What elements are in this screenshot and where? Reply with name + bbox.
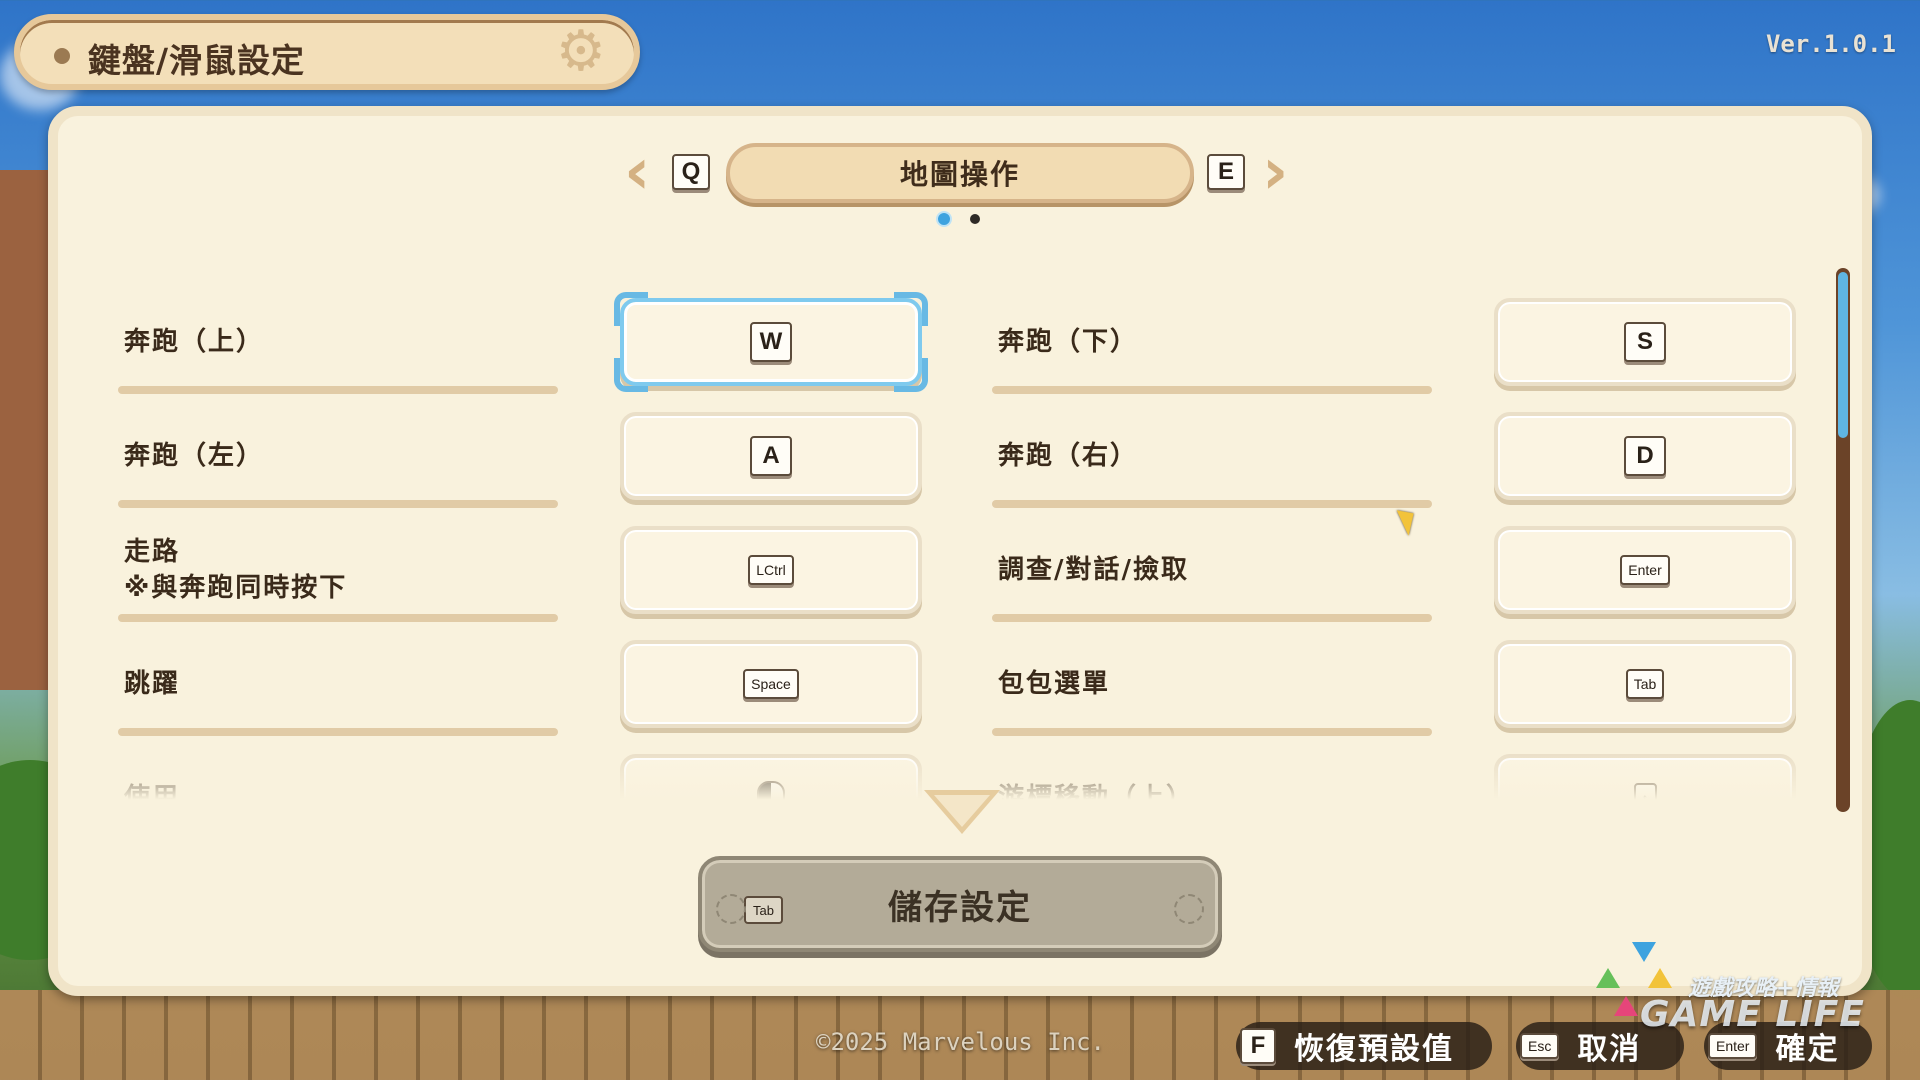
selection-corner — [894, 358, 928, 392]
copyright-text: ©2025 Marvelous Inc. — [816, 1028, 1105, 1056]
ornament-icon — [1174, 894, 1204, 924]
binding-label-use: 使用 — [124, 783, 181, 807]
binding-button-run-up[interactable]: W — [614, 292, 928, 392]
row-divider — [992, 728, 1432, 736]
binding-label-run-up: 奔跑（上） — [124, 327, 265, 357]
key-cap: ↑ — [1633, 783, 1657, 807]
selection-corner — [614, 292, 648, 326]
reset-defaults-button[interactable]: F 恢復預設值 — [1236, 1022, 1492, 1070]
row-divider — [118, 386, 558, 394]
binding-button-cursor-up[interactable]: ↑ — [1494, 754, 1796, 807]
save-settings-button[interactable]: Tab 儲存設定 — [698, 856, 1222, 952]
key-cap: S — [1624, 322, 1666, 362]
logo-triangle-icon — [1632, 942, 1656, 962]
row-divider — [118, 614, 558, 622]
selection-corner — [894, 292, 928, 326]
binding-button-walk[interactable]: LCtrl — [620, 526, 922, 614]
mouse-left-icon — [757, 781, 785, 807]
selection-corner — [614, 358, 648, 392]
binding-label-jump: 跳躍 — [124, 669, 181, 699]
row-divider — [992, 386, 1432, 394]
ornament-icon — [716, 894, 746, 924]
binding-button-run-down[interactable]: S — [1494, 298, 1796, 386]
chevron-right-icon[interactable]: › — [1262, 140, 1288, 204]
logo-triangle-icon — [1614, 996, 1638, 1016]
binding-button-interact[interactable]: Enter — [1494, 526, 1796, 614]
watermark-title: GAME LIFE — [1640, 994, 1865, 1035]
logo-triangle-icon — [1648, 968, 1672, 988]
binding-label-bag-menu: 包包選單 — [998, 669, 1111, 699]
row-divider — [118, 500, 558, 508]
keybinding-list: 奔跑（上） W 奔跑（下） S 奔跑（左） A 奔跑（右） D 走路 ※與奔跑同… — [90, 262, 1820, 807]
row-divider — [992, 500, 1432, 508]
key-cap: Esc — [1520, 1033, 1560, 1059]
version-label: Ver.1.0.1 — [1765, 30, 1896, 58]
binding-label-cursor-up: 游標移動（上） — [998, 783, 1195, 807]
key-cap: A — [750, 436, 792, 476]
binding-button-use[interactable] — [620, 754, 922, 807]
watermark-logo: 遊戲攻略+情報 GAME LIFE — [1584, 938, 1914, 1038]
save-settings-label: 儲存設定 — [888, 887, 1032, 928]
next-category-key[interactable]: E — [1207, 154, 1245, 190]
chevron-left-icon[interactable]: ‹ — [624, 140, 650, 204]
page-indicator — [970, 214, 980, 224]
reset-defaults-label: 恢復預設值 — [1294, 1032, 1454, 1067]
scrollbar-thumb[interactable] — [1838, 272, 1848, 438]
binding-label-interact: 調查/對話/撿取 — [998, 555, 1189, 585]
scroll-down-arrow-inner — [934, 795, 990, 827]
binding-label-run-left: 奔跑（左） — [124, 441, 265, 471]
logo-triangle-icon — [1596, 968, 1620, 988]
binding-label-walk: 走路 — [124, 537, 181, 567]
key-cap: D — [1624, 436, 1666, 476]
key-cap: F — [1240, 1028, 1276, 1064]
binding-button-run-right[interactable]: D — [1494, 412, 1796, 500]
key-cap: W — [750, 322, 792, 362]
row-divider — [118, 728, 558, 736]
row-divider — [992, 614, 1432, 622]
screen-title-plate: 鍵盤/滑鼠設定 ⚙ — [14, 14, 640, 90]
key-cap: Tab — [1625, 669, 1665, 699]
page-indicator-active — [936, 211, 952, 227]
gear-icon: ⚙ — [555, 19, 606, 84]
category-title: 地圖操作 — [726, 143, 1194, 203]
save-key-hint: Tab — [744, 896, 783, 924]
binding-label-run-right: 奔跑（右） — [998, 441, 1139, 471]
binding-button-jump[interactable]: Space — [620, 640, 922, 728]
binding-label-run-down: 奔跑（下） — [998, 327, 1139, 357]
key-cap: Space — [743, 669, 799, 699]
binding-button-bag-menu[interactable]: Tab — [1494, 640, 1796, 728]
prev-category-key[interactable]: Q — [672, 154, 710, 190]
title-bullet — [54, 48, 70, 64]
binding-button-run-left[interactable]: A — [620, 412, 922, 500]
binding-sublabel-walk: ※與奔跑同時按下 — [124, 573, 348, 603]
page-title: 鍵盤/滑鼠設定 — [88, 41, 306, 80]
key-cap: Enter — [1620, 555, 1670, 585]
key-cap: LCtrl — [748, 555, 794, 585]
